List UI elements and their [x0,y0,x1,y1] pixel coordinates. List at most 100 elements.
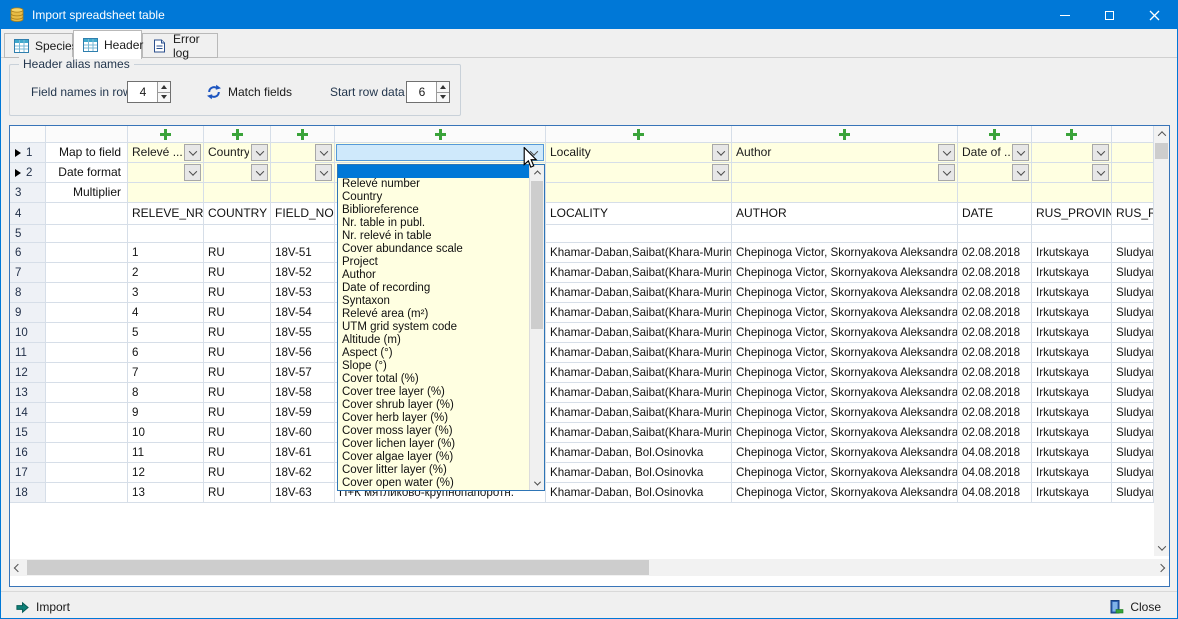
combo-dropdown-button[interactable] [938,144,955,161]
map-field-combo[interactable]: Country [205,144,269,161]
data-cell[interactable]: Sludyans [1112,303,1154,322]
data-cell[interactable]: 10 [128,423,204,442]
map-field-combo[interactable]: Locality [547,144,730,161]
add-column-button[interactable] [232,129,243,140]
data-cell[interactable]: Sludyans [1112,443,1154,462]
data-cell[interactable]: 02.08.2018 [958,383,1032,402]
data-cell[interactable]: 3 [128,283,204,302]
combo-dropdown-button[interactable] [1012,164,1029,181]
minimize-button[interactable] [1042,1,1087,29]
dropdown-item[interactable]: Biblioreference [338,204,529,217]
combo-dropdown-button[interactable] [525,145,542,160]
data-cell[interactable]: Irkutskaya [1032,403,1112,422]
dropdown-item[interactable]: Slope (°) [338,360,529,373]
scrollbar-thumb[interactable] [531,181,543,329]
map-to-field-cell[interactable]: Date of ... [958,143,1032,162]
map-to-field-cell[interactable] [1112,143,1154,162]
multiplier-cell[interactable] [1032,183,1112,202]
data-cell[interactable]: Chepinoga Victor, Skornyakova Aleksandra [732,323,958,342]
add-column-button[interactable] [839,129,850,140]
data-cell[interactable]: 18V-54 [271,303,335,322]
data-cell[interactable]: RU [204,403,271,422]
data-cell[interactable]: Khamar-Daban,Saibat(Khara-Murin) [546,303,732,322]
map-field-combo[interactable] [959,164,1030,181]
map-field-combo[interactable] [1033,144,1110,161]
multiplier-cell[interactable] [732,183,958,202]
map-field-combo[interactable]: Author [733,144,956,161]
empty-cell[interactable] [204,225,271,242]
multiplier-cell[interactable] [1112,183,1154,202]
map-to-field-cell[interactable]: Relevé ... [128,143,204,162]
data-cell[interactable]: Irkutskaya [1032,303,1112,322]
dropdown-item[interactable]: Date of recording [338,282,529,295]
data-cell[interactable]: 18V-58 [271,383,335,402]
dropdown-item[interactable]: UTM grid system code [338,321,529,334]
map-field-combo[interactable] [1033,164,1110,181]
dropdown-item[interactable]: Relevé area (m²) [338,308,529,321]
map-field-combo[interactable] [547,164,730,181]
data-cell[interactable]: Chepinoga Victor, Skornyakova Aleksandra [732,283,958,302]
dropdown-item[interactable]: Nr. relevé in table [338,230,529,243]
data-cell[interactable]: RU [204,443,271,462]
data-cell[interactable]: RU [204,343,271,362]
data-cell[interactable]: Chepinoga Victor, Skornyakova Aleksandra [732,343,958,362]
data-cell[interactable]: 13 [128,483,204,502]
spin-down-button[interactable] [437,92,449,103]
spin-down-button[interactable] [158,92,170,103]
data-cell[interactable]: 18V-63 [271,483,335,502]
dropdown-item[interactable]: Author [338,269,529,282]
field-name-header-cell[interactable]: DATE [958,203,1032,224]
scroll-up-button[interactable] [530,165,544,179]
data-cell[interactable]: RU [204,243,271,262]
empty-cell[interactable] [958,225,1032,242]
field-name-header-cell[interactable]: LOCALITY [546,203,732,224]
scroll-down-button[interactable] [530,476,544,490]
map-to-field-cell[interactable] [335,143,546,162]
data-cell[interactable]: 18V-55 [271,323,335,342]
data-cell[interactable]: Irkutskaya [1032,263,1112,282]
scrollbar-thumb[interactable] [27,560,649,575]
data-cell[interactable]: 02.08.2018 [958,423,1032,442]
data-cell[interactable]: Chepinoga Victor, Skornyakova Aleksandra [732,303,958,322]
data-cell[interactable]: Chepinoga Victor, Skornyakova Aleksandra [732,263,958,282]
data-cell[interactable]: 02.08.2018 [958,283,1032,302]
combo-dropdown-button[interactable] [938,164,955,181]
data-cell[interactable]: RU [204,463,271,482]
data-cell[interactable]: Khamar-Daban,Saibat(Khara-Murin) [546,283,732,302]
map-field-combo[interactable] [272,164,333,181]
map-field-combo[interactable] [336,144,544,161]
combo-dropdown-button[interactable] [712,144,729,161]
data-cell[interactable]: RU [204,283,271,302]
dropdown-scrollbar[interactable] [529,165,544,490]
tab-header[interactable]: Header [73,30,142,59]
dropdown-item[interactable]: Nr. table in publ. [338,217,529,230]
field-names-in-row-spinner[interactable]: 4 [127,81,171,103]
import-button[interactable]: Import [11,597,74,617]
data-cell[interactable]: Sludyans [1112,483,1154,502]
dropdown-item[interactable]: Project [338,256,529,269]
spinner-value[interactable]: 6 [409,82,435,102]
data-cell[interactable]: 02.08.2018 [958,343,1032,362]
data-cell[interactable]: RU [204,263,271,282]
data-cell[interactable]: 18V-57 [271,363,335,382]
date-format-cell[interactable] [204,163,271,182]
data-cell[interactable]: RU [204,383,271,402]
scroll-left-button[interactable] [10,559,26,576]
data-cell[interactable]: Khamar-Daban,Saibat(Khara-Murin) [546,403,732,422]
data-cell[interactable]: 11 [128,443,204,462]
empty-cell[interactable] [732,225,958,242]
close-button[interactable]: Close [1104,597,1165,617]
data-cell[interactable]: Sludyans [1112,383,1154,402]
data-cell[interactable]: Chepinoga Victor, Skornyakova Aleksandra [732,243,958,262]
field-name-header-cell[interactable]: RUS_PROVIN [1032,203,1112,224]
tab-species[interactable]: Species [4,33,73,58]
combo-dropdown-button[interactable] [251,164,268,181]
data-cell[interactable]: 18V-62 [271,463,335,482]
data-cell[interactable]: 04.08.2018 [958,483,1032,502]
add-column-button[interactable] [297,129,308,140]
data-cell[interactable]: Khamar-Daban,Saibat(Khara-Murin) [546,363,732,382]
dropdown-item[interactable]: Cover moss layer (%) [338,425,529,438]
map-field-combo[interactable] [129,164,202,181]
data-cell[interactable]: Sludyans [1112,283,1154,302]
field-name-header-cell[interactable]: FIELD_NO [271,203,335,224]
